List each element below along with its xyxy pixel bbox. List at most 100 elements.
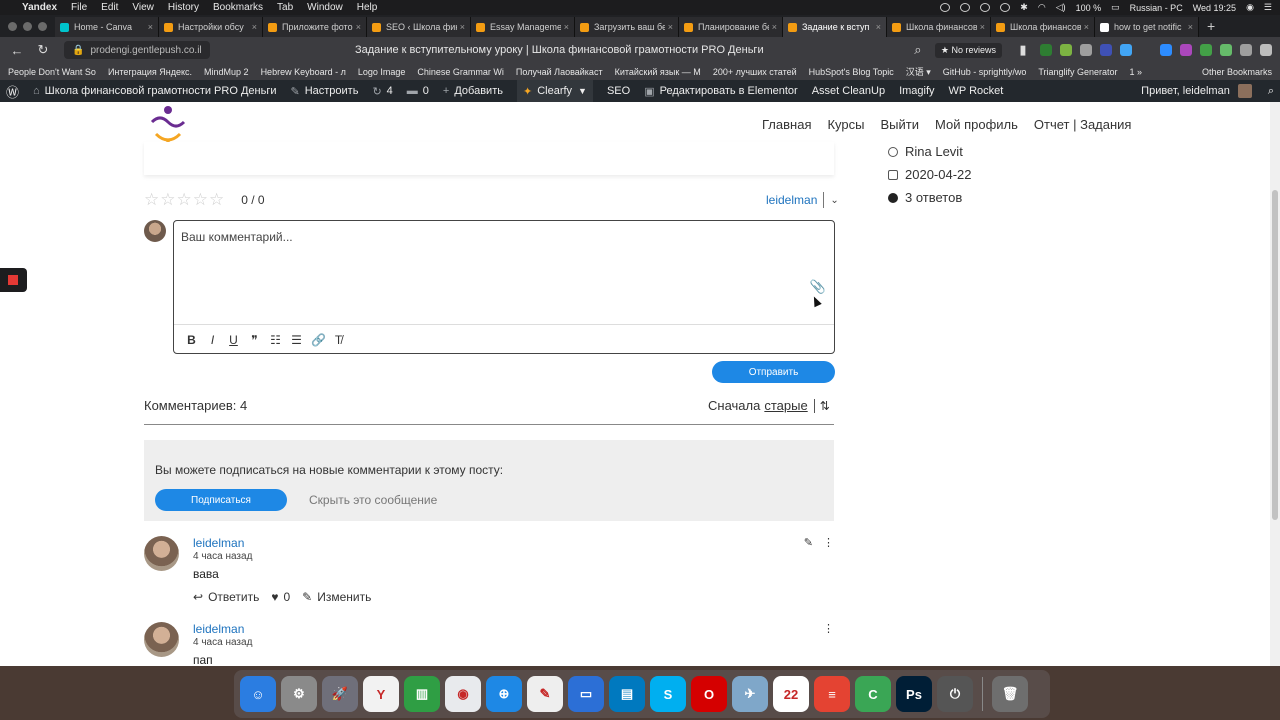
clock[interactable]: Wed 19:25 — [1193, 3, 1236, 13]
subscribe-button[interactable]: Подписаться — [155, 489, 287, 511]
wp-comments-link[interactable]: ▬ 0 — [407, 85, 429, 97]
dock-app-icon[interactable]: ✈ — [732, 676, 768, 712]
bookmark-item[interactable]: People Don't Want So — [8, 67, 96, 77]
bookmark-item[interactable]: Интеграция Яндекс. — [108, 67, 192, 77]
extension-icon[interactable] — [1180, 44, 1192, 56]
dock-app-icon[interactable]: ⚙ — [281, 676, 317, 712]
bluetooth-icon[interactable]: ✱ — [1020, 2, 1028, 13]
wordpress-icon[interactable]: Ⓦ — [6, 82, 19, 101]
bookmark-item[interactable]: Получай Лаовайкаст — [516, 67, 603, 77]
scrollbar-thumb[interactable] — [1272, 190, 1278, 520]
wp-updates-link[interactable]: ↻ 4 — [372, 85, 392, 98]
wp-site-link[interactable]: ⌂ Школа финансовой грамотности PRO Деньги — [33, 85, 276, 97]
italic-icon[interactable]: I — [206, 333, 219, 347]
browser-tab[interactable]: Школа финансов × — [991, 17, 1095, 37]
attach-icon[interactable]: 📎 — [810, 279, 826, 295]
close-tab-icon[interactable]: × — [356, 22, 361, 32]
pencil-icon[interactable]: ✎ — [804, 536, 813, 549]
browser-tab[interactable]: Школа финансов × — [887, 17, 991, 37]
user-icon[interactable]: ◉ — [1246, 2, 1254, 13]
dock-app-icon[interactable]: S — [650, 676, 686, 712]
dock-app-icon[interactable]: 22 — [773, 676, 809, 712]
bullet-list-icon[interactable]: ☰ — [290, 333, 303, 347]
bookmark-item[interactable]: MindMup 2 — [204, 67, 249, 77]
dock-app-icon[interactable]: ◉ — [445, 676, 481, 712]
close-tab-icon[interactable]: × — [252, 22, 257, 32]
page-scrollbar[interactable] — [1270, 102, 1280, 666]
quote-icon[interactable]: ❞ — [248, 333, 261, 347]
bookmark-item[interactable]: 汉语 ▾ — [906, 65, 931, 78]
close-tab-icon[interactable]: × — [1188, 22, 1193, 32]
status-icon[interactable] — [980, 3, 991, 12]
reply-link[interactable]: Ответить — [208, 590, 259, 604]
close-tab-icon[interactable]: × — [668, 22, 673, 32]
dock-app-icon[interactable]: ⊕ — [486, 676, 522, 712]
ordered-list-icon[interactable]: ☷ — [269, 333, 282, 347]
bookmark-item[interactable]: Logo Image — [358, 67, 406, 77]
wifi-icon[interactable]: ◠ — [1038, 2, 1046, 13]
close-tab-icon[interactable]: × — [564, 22, 569, 32]
menu-view[interactable]: View — [132, 2, 154, 13]
bookmark-item[interactable]: Hebrew Keyboard - л — [261, 67, 346, 77]
link-icon[interactable]: 🔗 — [311, 333, 326, 347]
close-tab-icon[interactable]: × — [1084, 22, 1089, 32]
star-rating-icons[interactable]: ☆☆☆☆☆ — [144, 190, 225, 210]
menu-file[interactable]: File — [71, 2, 87, 13]
extension-icon[interactable] — [1120, 44, 1132, 56]
wp-add-link[interactable]: + Добавить — [443, 85, 503, 97]
wp-cleanup-link[interactable]: Asset CleanUp — [812, 85, 885, 97]
wp-account[interactable]: Привет, leidelman ⌕ — [1141, 84, 1274, 98]
close-tab-icon[interactable]: × — [980, 22, 985, 32]
nav-profile[interactable]: Мой профиль — [935, 117, 1018, 132]
browser-tab[interactable]: Приложите фото × — [263, 17, 367, 37]
extension-icon[interactable] — [1200, 44, 1212, 56]
extension-icon[interactable] — [1260, 44, 1272, 56]
status-icon[interactable] — [940, 3, 951, 12]
close-window-button[interactable] — [8, 22, 17, 31]
other-bookmarks[interactable]: Other Bookmarks — [1202, 67, 1272, 77]
sort-link[interactable]: старые — [764, 398, 807, 413]
status-icon[interactable] — [960, 3, 971, 12]
dock-app-icon[interactable]: ▭ — [568, 676, 604, 712]
dock-app-icon[interactable]: ≡ — [814, 676, 850, 712]
browser-tab[interactable]: how to get notific × — [1095, 17, 1199, 37]
nav-logout[interactable]: Выйти — [881, 117, 920, 132]
dock-app-icon[interactable]: Y — [363, 676, 399, 712]
more-icon[interactable]: ⋮ — [823, 622, 834, 635]
nav-report[interactable]: Отчет | Задания — [1034, 117, 1132, 132]
volume-icon[interactable]: ◁) — [1056, 2, 1066, 13]
browser-tab[interactable]: Настройки обсу × — [159, 17, 263, 37]
browser-tab[interactable]: Home - Canva × — [55, 17, 159, 37]
browser-tab[interactable]: SEO ‹ Школа фин × — [367, 17, 471, 37]
url-field[interactable]: 🔒 prodengi.gentlepush.co.il — [64, 41, 210, 59]
bookmark-icon[interactable]: ▮ — [1014, 42, 1032, 58]
browser-tab[interactable]: Загрузить ваш бе × — [575, 17, 679, 37]
reload-icon[interactable]: ↻ — [34, 42, 52, 58]
menu-help[interactable]: Help — [357, 2, 378, 13]
more-icon[interactable]: ⋮ — [823, 536, 834, 549]
search-icon[interactable]: ⌕ — [1268, 85, 1274, 98]
sort-icon[interactable]: ⇅ — [813, 398, 830, 413]
comment-author[interactable]: leidelman — [193, 622, 244, 636]
dock-app-icon[interactable]: 🗑 — [992, 676, 1028, 712]
bold-icon[interactable]: B — [185, 333, 198, 347]
comment-author[interactable]: leidelman — [193, 536, 244, 550]
clear-format-icon[interactable]: T̸ — [332, 333, 345, 347]
post-author[interactable]: Rina Levit — [905, 144, 963, 159]
heart-icon[interactable]: ♥ — [271, 590, 278, 604]
edit-icon[interactable]: ✎ — [302, 590, 312, 604]
send-button[interactable]: Отправить — [712, 361, 835, 383]
zoom-window-button[interactable] — [38, 22, 47, 31]
browser-tab[interactable]: Essay Manageme × — [471, 17, 575, 37]
menu-list-icon[interactable]: ☰ — [1264, 2, 1272, 13]
browser-tab[interactable]: Планирование бе × — [679, 17, 783, 37]
close-tab-icon[interactable]: × — [772, 22, 777, 32]
dock-app-icon[interactable]: ☺ — [240, 676, 276, 712]
dock-app-icon[interactable]: ▥ — [404, 676, 440, 712]
dock-app-icon[interactable]: O — [691, 676, 727, 712]
underline-icon[interactable]: U — [227, 333, 240, 347]
extension-icon[interactable] — [1140, 44, 1152, 56]
dock-app-icon[interactable]: C — [855, 676, 891, 712]
comment-input-placeholder[interactable]: Ваш комментарий... — [181, 230, 293, 244]
comment-editor[interactable]: Ваш комментарий... 📎 B I U ❞ ☷ ☰ 🔗 T̸ — [173, 220, 835, 354]
